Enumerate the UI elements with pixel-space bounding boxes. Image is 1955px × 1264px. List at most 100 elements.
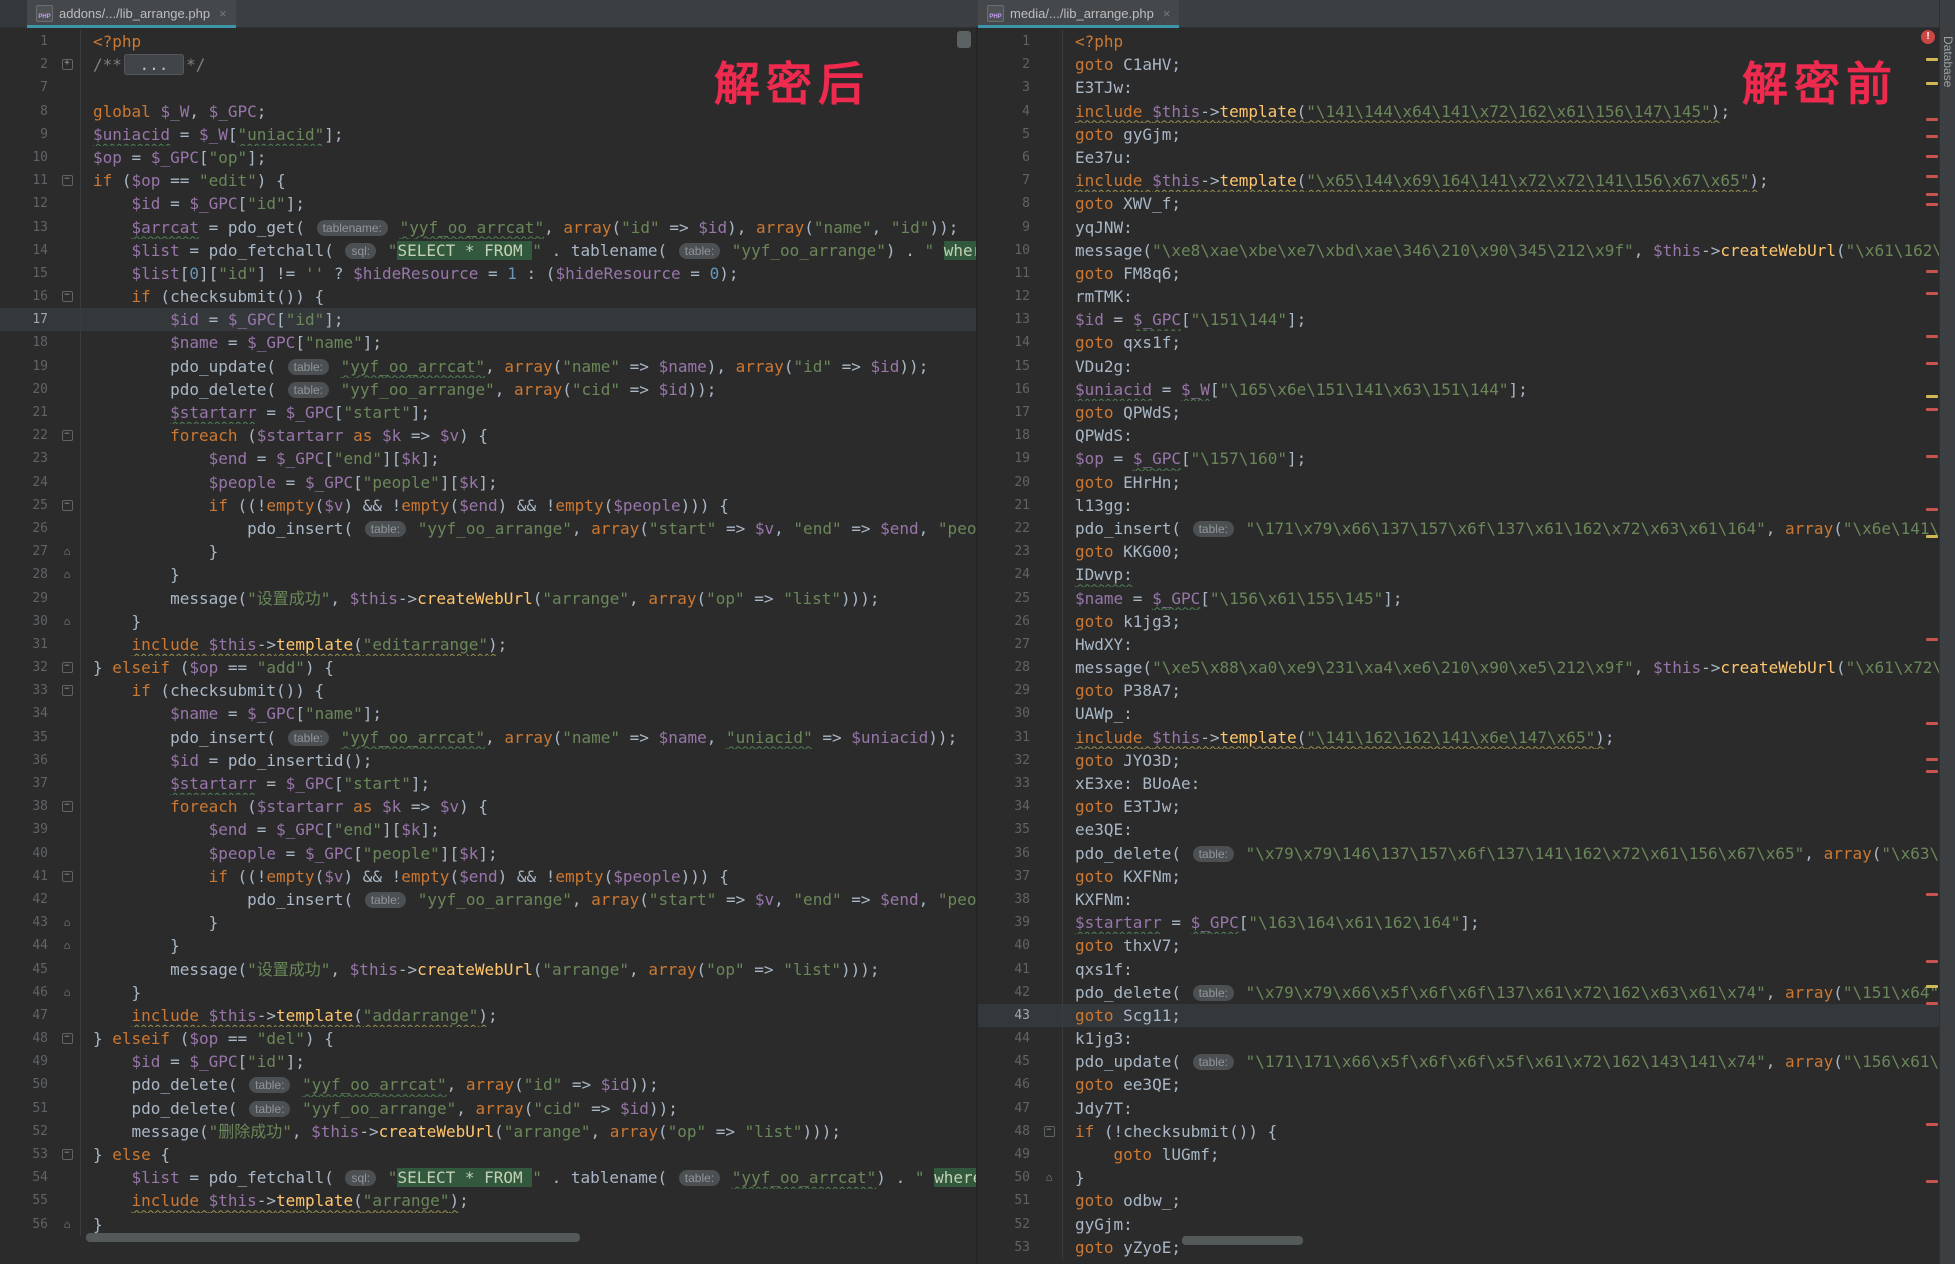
code-line[interactable]: 20 pdo_delete( table: "yyf_oo_arrange", … [0,378,976,401]
fold-collapse-icon[interactable]: − [62,801,73,812]
line-number[interactable]: 54 [0,1166,54,1189]
code-line[interactable]: 29 message("设置成功", $this->createWebUrl("… [0,587,976,610]
code-line[interactable]: 10$op = $_GPC["op"]; [0,146,976,169]
code-text[interactable]: goto FM8q6; [1062,262,1940,285]
code-text[interactable]: include $this->template("addarrange"); [80,1004,976,1027]
line-number[interactable]: 35 [978,818,1036,841]
error-stripe-mark[interactable] [1926,1123,1938,1126]
error-stripe-mark[interactable] [1926,758,1938,761]
code-text[interactable]: $end = $_GPC["end"][$k]; [80,818,976,841]
fold-end-icon[interactable]: ⌂ [64,1219,71,1230]
line-number[interactable]: 47 [0,1004,54,1027]
code-line[interactable]: 43⌂ } [0,911,976,934]
line-number[interactable]: 13 [978,308,1036,331]
line-number[interactable]: 19 [978,447,1036,470]
code-text[interactable]: } else { [80,1143,976,1166]
warning-stripe-mark[interactable] [1926,535,1938,538]
line-number[interactable]: 50 [978,1166,1036,1189]
code-text[interactable]: goto gyGjm; [1062,123,1940,146]
code-line[interactable]: 36 $id = pdo_insertid(); [0,749,976,772]
code-line[interactable]: 18QPWdS: [978,424,1940,447]
line-number[interactable]: 16 [978,378,1036,401]
code-text[interactable]: pdo_delete( table: "\x79\x79\146\137\157… [1062,842,1940,865]
code-text[interactable]: foreach ($startarr as $k => $v) { [80,424,976,447]
code-line[interactable]: 46goto ee3QE; [978,1073,1940,1096]
code-text[interactable]: k1jg3: [1062,1027,1940,1050]
line-number[interactable]: 4 [978,100,1036,123]
line-number[interactable]: 6 [978,146,1036,169]
line-number[interactable]: 16 [0,285,54,308]
code-text[interactable]: $id = $_GPC["\151\144"]; [1062,308,1940,331]
warning-stripe-mark[interactable] [1926,985,1938,988]
line-number[interactable]: 18 [978,424,1036,447]
tab-media-lib-arrange[interactable]: PHP media/.../lib_arrange.php × [978,0,1179,27]
line-number[interactable]: 50 [0,1073,54,1096]
code-text[interactable]: foreach ($startarr as $k => $v) { [80,795,976,818]
fold-expand-icon[interactable]: + [62,59,73,70]
code-text[interactable]: message("设置成功", $this->createWebUrl("arr… [80,587,976,610]
fold-end-icon[interactable]: ⌂ [1046,1172,1053,1183]
fold-collapse-icon[interactable]: − [62,685,73,696]
line-number[interactable]: 19 [0,355,54,378]
line-number[interactable]: 30 [0,610,54,633]
code-line[interactable]: 30⌂ } [0,610,976,633]
line-number[interactable]: 7 [0,76,54,99]
code-text[interactable]: $list = pdo_fetchall( sql: "SELECT * FRO… [80,1166,976,1189]
fold-collapse-icon[interactable]: − [62,500,73,511]
code-line[interactable]: 13 $arrcat = pdo_get( tablename: "yyf_oo… [0,216,976,239]
code-line[interactable]: 30UAWp_: [978,702,1940,725]
code-text[interactable]: goto QPWdS; [1062,401,1940,424]
code-text[interactable]: goto odbw_; [1062,1189,1940,1212]
error-stripe-mark[interactable] [1926,1002,1938,1005]
code-line[interactable]: 54 $list = pdo_fetchall( sql: "SELECT * … [0,1166,976,1189]
code-line[interactable]: 53goto yZyoE; [978,1236,1940,1259]
line-number[interactable]: 25 [978,587,1036,610]
code-text[interactable]: goto XWV_f; [1062,192,1940,215]
line-number[interactable]: 55 [0,1189,54,1212]
code-line[interactable]: 28message("\xe5\x88\xa0\xe9\231\xa4\xe6\… [978,656,1940,679]
code-line[interactable]: 38− foreach ($startarr as $k => $v) { [0,795,976,818]
fold-end-icon[interactable]: ⌂ [64,917,71,928]
line-number[interactable]: 51 [978,1189,1036,1212]
code-text[interactable]: } [1062,1166,1940,1189]
code-line[interactable]: 23goto KKG00; [978,540,1940,563]
code-line[interactable]: 37 $startarr = $_GPC["start"]; [0,772,976,795]
line-number[interactable]: 49 [0,1050,54,1073]
line-number[interactable]: 12 [978,285,1036,308]
error-stripe-mark[interactable] [1926,270,1938,273]
line-number[interactable]: 2 [978,53,1036,76]
code-text[interactable]: include $this->template("\x65\144\x69\16… [1062,169,1940,192]
code-line[interactable]: 24IDwvp: [978,563,1940,586]
code-line[interactable]: 9$uniacid = $_W["uniacid"]; [0,123,976,146]
line-number[interactable]: 12 [0,192,54,215]
line-number[interactable]: 15 [0,262,54,285]
code-text[interactable]: if (checksubmit()) { [80,679,976,702]
line-number[interactable]: 17 [0,308,54,331]
code-text[interactable]: message("\xe8\xae\xbe\xe7\xbd\xae\346\21… [1062,239,1940,262]
line-number[interactable]: 9 [978,216,1036,239]
code-text[interactable]: $id = $_GPC["id"]; [80,308,976,331]
code-line[interactable]: 41− if ((!empty($v) && !empty($end) && !… [0,865,976,888]
code-line[interactable]: 21 $startarr = $_GPC["start"]; [0,401,976,424]
line-number[interactable]: 21 [978,494,1036,517]
code-line[interactable]: 48−} elseif ($op == "del") { [0,1027,976,1050]
code-line[interactable]: 43goto Scg11; [978,1004,1940,1027]
close-icon[interactable]: × [219,6,227,21]
line-number[interactable]: 52 [978,1213,1036,1236]
line-number[interactable]: 51 [0,1097,54,1120]
code-text[interactable]: if ($op == "edit") { [80,169,976,192]
line-number[interactable]: 44 [978,1027,1036,1050]
code-line[interactable]: 19 pdo_update( table: "yyf_oo_arrcat", a… [0,355,976,378]
code-line[interactable]: 23 $end = $_GPC["end"][$k]; [0,447,976,470]
code-line[interactable]: 45pdo_update( table: "\171\171\x66\x5f\x… [978,1050,1940,1073]
line-number[interactable]: 22 [0,424,54,447]
editor-pane-decrypted[interactable]: 1<?php2+/** ... */78global $_W, $_GPC;9$… [0,27,978,1264]
error-stripe-mark[interactable] [1926,638,1938,641]
code-text[interactable]: $op = $_GPC["\157\160"]; [1062,447,1940,470]
code-text[interactable]: include $this->template("arrange"); [80,1189,976,1212]
code-line[interactable]: 32−} elseif ($op == "add") { [0,656,976,679]
code-line[interactable]: 35ee3QE: [978,818,1940,841]
line-number[interactable]: 9 [0,123,54,146]
code-line[interactable]: 15VDu2g: [978,355,1940,378]
line-number[interactable]: 26 [978,610,1036,633]
